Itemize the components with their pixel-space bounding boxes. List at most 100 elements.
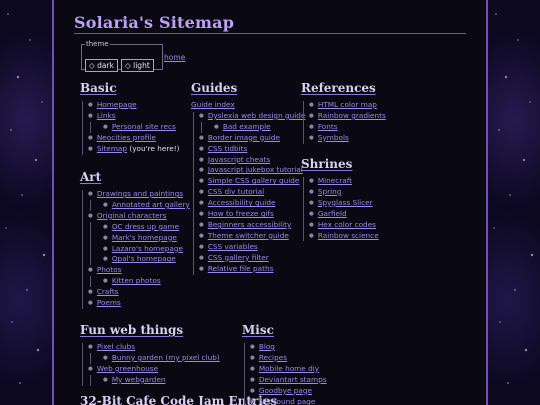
list-item: ● Border image guide: [199, 132, 281, 142]
section-basic: Basic ● Homepage ● Links ● Personal site re…: [80, 81, 180, 155]
starfield-right: [488, 0, 540, 405]
link-poems[interactable]: Poems: [97, 298, 121, 307]
list-item: ● Personal site recs: [103, 121, 176, 131]
link-rainbow-science[interactable]: Rainbow science: [318, 231, 379, 240]
list-item: ● CSS variables: [199, 241, 258, 251]
link-not-found-page[interactable]: Not found page: [259, 397, 316, 405]
link-guide-index[interactable]: Guide index: [191, 100, 305, 111]
link-drawings[interactable]: Drawings and paintings: [97, 189, 183, 198]
link-symbols[interactable]: Symbols: [318, 133, 349, 142]
link-border-image-guide[interactable]: Border image guide: [208, 133, 280, 142]
link-spyglass-slicer[interactable]: Spyglass Slicer: [318, 198, 373, 207]
theme-legend: theme: [86, 40, 109, 48]
list-item: ● Rainbow gradients: [309, 110, 386, 120]
references-list: ● HTML color map ● Rainbow gradients ● Font…: [309, 100, 386, 144]
link-homepage[interactable]: Homepage: [97, 100, 137, 109]
link-photos[interactable]: Photos: [97, 265, 122, 274]
list-item: ● Accessibility guide: [199, 198, 276, 208]
list-item: ● Homepage: [88, 100, 137, 109]
link-blog[interactable]: Blog: [259, 342, 275, 351]
theme-light-button[interactable]: ◇ light: [120, 59, 154, 72]
list-item: ● OC dress up game: [103, 221, 180, 231]
link-freeze-gifs[interactable]: How to freeze gifs: [208, 209, 274, 218]
list-item: ● Spyglass Slicer: [309, 197, 373, 207]
link-relative-file-paths[interactable]: Relative file paths: [208, 264, 274, 273]
list-item: ● Spring: [309, 186, 342, 196]
link-oc-dress-up[interactable]: OC dress up game: [112, 222, 179, 231]
list-item: ● Poems: [88, 298, 121, 308]
list-item: ● Not found page: [250, 396, 316, 405]
link-lazaros-homepage[interactable]: Lazaro's homepage: [112, 244, 183, 253]
list-item: ● Beginners accessibility: [199, 219, 292, 229]
link-spring[interactable]: Spring: [318, 187, 342, 196]
link-recipes[interactable]: Recipes: [259, 353, 287, 362]
link-crafts[interactable]: Crafts: [97, 287, 119, 296]
list-item: ● Original characters ● OC dress up game ●…: [88, 211, 190, 266]
link-bad-example[interactable]: Bad example: [223, 122, 271, 131]
list-item: ● CSS gallery filter: [199, 252, 269, 262]
title-divider: [74, 33, 466, 34]
home-link[interactable]: home: [164, 53, 185, 62]
guides-list: ● Dyslexia web design guide ● Bad example …: [199, 111, 305, 275]
theme-light-label: light: [133, 61, 150, 70]
misc-list: ● Blog ● Recipes ● Mobile home diy ● Deviant…: [250, 342, 327, 405]
link-rainbow-gradients[interactable]: Rainbow gradients: [318, 111, 386, 120]
link-minecraft[interactable]: Minecraft: [318, 176, 352, 185]
link-pixel-clubs[interactable]: Pixel clubs: [97, 342, 135, 351]
link-deviantart-stamps[interactable]: Deviantart stamps: [259, 375, 327, 384]
list-item: ● Javascript jukebox tutorial: [199, 165, 303, 175]
link-garfield[interactable]: Garfield: [318, 209, 347, 218]
link-mobile-home-diy[interactable]: Mobile home diy: [259, 364, 319, 373]
theme-dark-label: dark: [97, 61, 114, 70]
link-annotated-gallery[interactable]: Annotated art gallery: [112, 200, 190, 209]
list-item: ● Simple CSS gallery guide: [199, 176, 300, 186]
link-css-gallery-filter[interactable]: CSS gallery filter: [208, 253, 269, 262]
link-css-variables[interactable]: CSS variables: [208, 242, 258, 251]
basic-list: ● Homepage ● Links ● Personal site recs ● Ne…: [88, 100, 180, 155]
section-heading-shrines: Shrines: [301, 157, 353, 171]
link-kitten-photos[interactable]: Kitten photos: [112, 276, 161, 285]
list-item: ● Recipes: [250, 352, 288, 362]
link-css-tidbits[interactable]: CSS tidbits: [208, 144, 248, 153]
link-fonts[interactable]: Fonts: [318, 122, 338, 131]
section-references: References ● HTML color map ● Rainbow grad…: [301, 81, 386, 144]
section-heading-art: Art: [80, 170, 102, 184]
list-item: ● Rainbow science: [309, 230, 379, 240]
link-html-color-map[interactable]: HTML color map: [318, 100, 377, 109]
link-marks-homepage[interactable]: Mark's homepage: [112, 233, 177, 242]
list-item: ● Fonts: [309, 121, 338, 131]
list-item: ● Neocities profile: [88, 132, 156, 142]
list-item: ● Blog: [250, 342, 275, 351]
link-my-webgarden[interactable]: My webgarden: [112, 375, 166, 384]
link-neocities-profile[interactable]: Neocities profile: [97, 133, 156, 142]
link-js-jukebox[interactable]: Javascript jukebox tutorial: [208, 165, 303, 174]
link-bunny-garden[interactable]: Bunny garden (my pixel club): [112, 353, 220, 362]
link-css-gallery-guide[interactable]: Simple CSS gallery guide: [208, 176, 300, 185]
link-hex-color-codes[interactable]: Hex color codes: [318, 220, 376, 229]
link-opals-homepage[interactable]: Opal's homepage: [112, 254, 176, 263]
link-dyslexia-guide[interactable]: Dyslexia web design guide: [208, 111, 306, 120]
list-item: ● Minecraft: [309, 176, 353, 185]
section-heading-references: References: [301, 81, 376, 95]
link-web-greenhouse[interactable]: Web greenhouse: [97, 364, 158, 373]
link-accessibility-guide[interactable]: Accessibility guide: [208, 198, 276, 207]
link-sitemap[interactable]: Sitemap: [97, 144, 127, 153]
list-item: ● CSS div tutorial: [199, 187, 265, 197]
theme-dark-button[interactable]: ◇ dark: [85, 59, 118, 72]
link-goodbye-page[interactable]: Goodbye page: [259, 386, 312, 395]
link-original-characters[interactable]: Original characters: [97, 211, 167, 220]
list-item: ● CSS tidbits: [199, 143, 248, 153]
list-item: ● How to freeze gifs: [199, 209, 274, 219]
list-item: ● Goodbye page: [250, 385, 313, 395]
list-item: ● Relative file paths: [199, 263, 274, 273]
link-theme-switcher-guide[interactable]: Theme switcher guide: [208, 231, 289, 240]
link-personal-site-recs[interactable]: Personal site recs: [112, 122, 176, 131]
link-links[interactable]: Links: [97, 111, 116, 120]
link-css-div-tutorial[interactable]: CSS div tutorial: [208, 187, 264, 196]
list-item: ● Sitemap (you're here!): [88, 143, 180, 153]
starfield-left: [0, 0, 52, 405]
link-beginners-accessibility[interactable]: Beginners accessibility: [208, 220, 292, 229]
link-js-cheats[interactable]: Javascript cheats: [208, 155, 270, 164]
diamond-icon: ◇: [89, 61, 95, 70]
list-item: ● Links ● Personal site recs: [88, 111, 180, 133]
